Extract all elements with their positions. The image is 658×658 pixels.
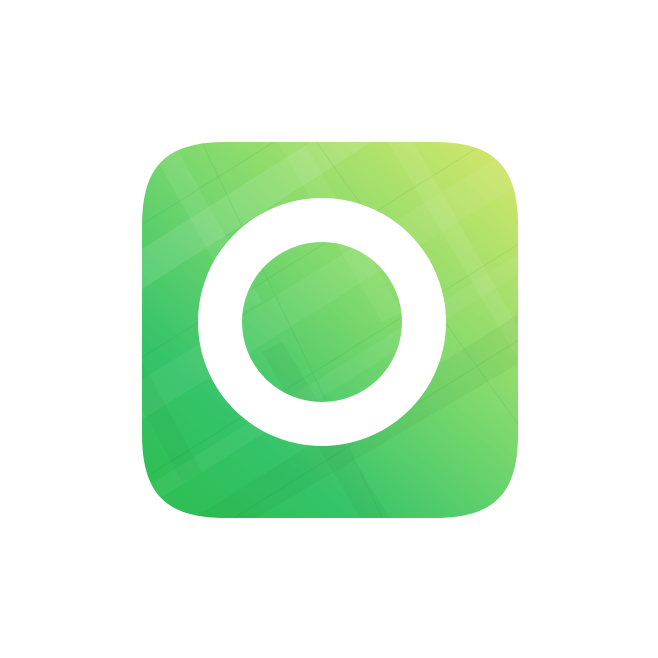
app-icon[interactable] <box>142 142 518 518</box>
canvas <box>0 0 658 658</box>
camera-ring-icon <box>142 142 518 518</box>
